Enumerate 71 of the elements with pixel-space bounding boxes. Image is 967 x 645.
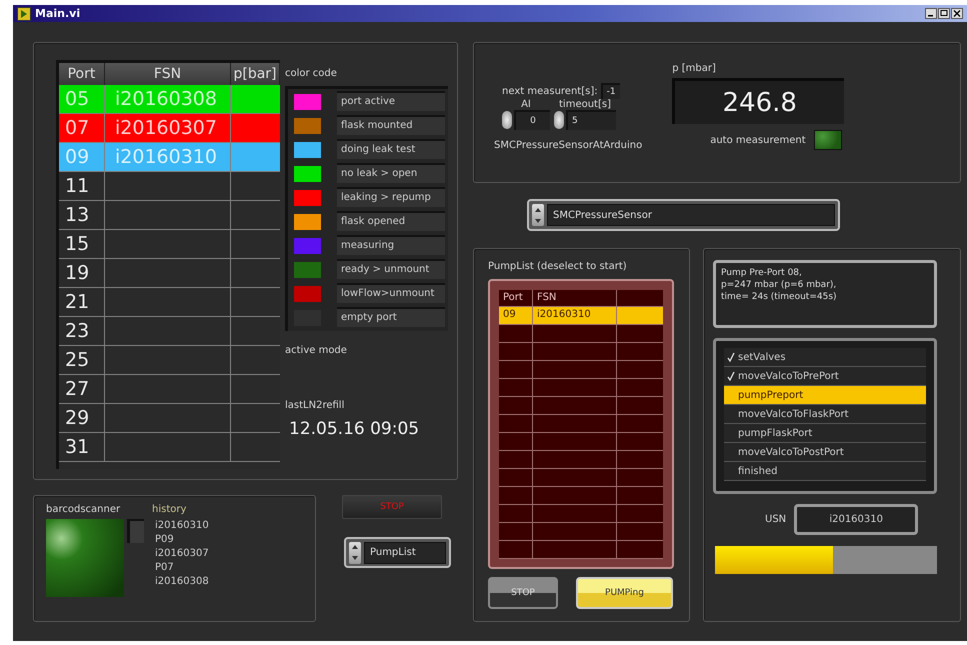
auto-measurement-led[interactable] xyxy=(814,130,842,150)
table-cell: 09 xyxy=(59,143,105,171)
step-item[interactable]: moveValcoToPostPort xyxy=(724,443,926,462)
pressure-label: p [mbar] xyxy=(672,63,716,74)
legend-label: flask opened xyxy=(337,211,445,231)
sensor-selector[interactable]: SMCPressureSensor xyxy=(527,199,840,231)
table-cell: 15 xyxy=(59,230,105,258)
usn-label: USN xyxy=(765,514,786,525)
pump-row[interactable]: 09 i20160310 xyxy=(499,307,663,325)
sensor-label: SMCPressureSensorAtArduino xyxy=(494,140,642,151)
history-entry: i20160307 xyxy=(154,547,209,561)
legend-label: empty port xyxy=(337,307,445,327)
refill-time: 12.05.16 09:05 xyxy=(288,419,420,439)
legend-label: measuring xyxy=(337,235,445,255)
column-header: FSN xyxy=(533,290,617,306)
table-cell: 21 xyxy=(59,288,105,316)
legend-label: doing leak test xyxy=(337,139,445,159)
step-item[interactable]: moveValcoToPrePort xyxy=(724,367,926,386)
step-item[interactable]: moveValcoToFlaskPort xyxy=(724,405,926,424)
legend-label: leaking > repump xyxy=(337,187,445,207)
table-cell: i20160307 xyxy=(105,114,231,142)
status-message: Pump Pre-Port 08, p=247 mbar (p=6 mbar), time= 24s (timeout=45s) xyxy=(713,260,937,328)
table-cell: 07 xyxy=(59,114,105,142)
legend-label: no leak > open xyxy=(337,163,445,183)
next-measurement-value: -1 xyxy=(600,83,620,99)
step-item[interactable]: pumpPreport xyxy=(724,386,926,405)
step-item[interactable]: setValves xyxy=(724,348,926,367)
mode-selector[interactable]: PumpList xyxy=(344,537,451,568)
table-cell: 13 xyxy=(59,201,105,229)
stepper-icon[interactable] xyxy=(349,542,361,564)
history-entry: P09 xyxy=(154,533,175,547)
active-mode-label: active mode xyxy=(285,345,348,356)
table-cell: 29 xyxy=(59,404,105,432)
table-cell: 05 xyxy=(59,85,105,113)
table-cell: 31 xyxy=(59,433,105,461)
table-cell: 25 xyxy=(59,346,105,374)
table-cell: 11 xyxy=(59,172,105,200)
step-item[interactable]: pumpFlaskPort xyxy=(724,424,926,443)
table-cell: 19 xyxy=(59,259,105,287)
color-code-label: color code xyxy=(285,68,338,79)
timeout-field[interactable]: 5 xyxy=(566,110,616,130)
pressure-display: 246.8 xyxy=(672,78,844,124)
maximize-icon[interactable] xyxy=(938,8,950,19)
column-header: Port xyxy=(499,290,533,306)
stepper-icon[interactable] xyxy=(532,204,544,226)
window-title: Main.vi xyxy=(35,7,80,20)
legend-label: port active xyxy=(337,91,445,111)
legend-label: flask mounted xyxy=(337,115,445,135)
history-entry: i20160308 xyxy=(154,575,209,589)
legend-label: lowFlow>unmount xyxy=(337,283,445,303)
auto-measurement-label: auto measurement xyxy=(710,134,806,146)
legend-label: ready > unmount xyxy=(337,259,445,279)
table-cell: i20160308 xyxy=(105,85,231,113)
timeout-label: timeout[s] xyxy=(558,99,612,110)
ai-field[interactable]: 0 xyxy=(514,110,550,130)
table-cell: 23 xyxy=(59,317,105,345)
pump-list-label: PumpList (deselect to start) xyxy=(488,261,628,272)
history-label: history xyxy=(152,504,188,515)
pumping-button[interactable]: PUMPing xyxy=(576,577,673,609)
table-cell: i20160310 xyxy=(105,143,231,171)
minimize-icon[interactable] xyxy=(925,8,937,19)
table-cell: 27 xyxy=(59,375,105,403)
step-item[interactable]: finished xyxy=(724,462,926,481)
ai-label: AI xyxy=(520,99,532,110)
scanner-label: barcodscanner xyxy=(46,504,122,515)
refill-label: lastLN2refill xyxy=(285,400,346,411)
next-measurement-label: next measurent[s]: xyxy=(502,86,598,96)
history-entry: P07 xyxy=(154,561,175,575)
usn-field: i20160310 xyxy=(794,504,918,535)
close-icon[interactable] xyxy=(951,8,963,19)
history-entry: i20160310 xyxy=(154,519,209,533)
